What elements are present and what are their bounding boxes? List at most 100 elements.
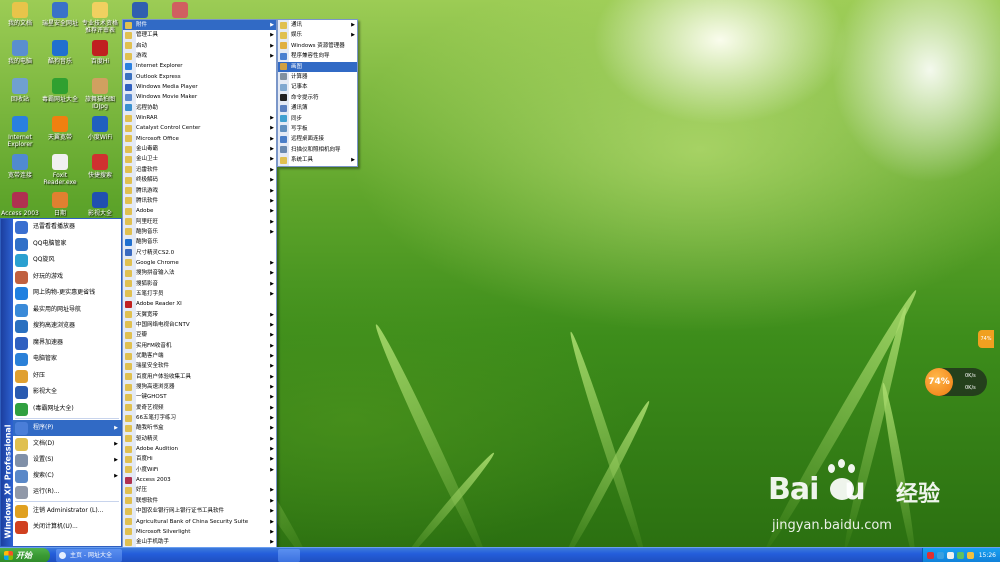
desktop-icon[interactable] <box>120 2 160 20</box>
desktop-icon[interactable]: 小度WiFi <box>80 116 120 141</box>
programs-menu-item[interactable]: 管理工具 ▶ <box>123 30 276 40</box>
programs-menu-item[interactable]: Microsoft Silverlight ▶ <box>123 527 276 537</box>
accessories-menu-item[interactable]: 同步 <box>278 114 357 124</box>
programs-menu-item[interactable]: 爱奇艺视频 ▶ <box>123 403 276 413</box>
start-menu-pinned-item[interactable]: 网上购物-更实惠更省钱 <box>13 285 121 302</box>
accessories-menu-item[interactable]: 系统工具 ▶ <box>278 155 357 165</box>
desktop-icon[interactable]: 酷狗音乐 <box>40 40 80 65</box>
programs-menu-item[interactable]: 金山毒霸 ▶ <box>123 144 276 154</box>
programs-menu-item[interactable]: 酷狗音乐 <box>123 237 276 247</box>
desktop-icon[interactable]: Access 2003 <box>0 192 40 217</box>
start-menu-pinned-item[interactable]: QQ电脑管家 <box>13 236 121 253</box>
start-menu-pinned-item[interactable]: QQ旋风 <box>13 252 121 269</box>
programs-menu-item[interactable]: 酷狗音乐 ▶ <box>123 227 276 237</box>
start-menu-pinned-item[interactable]: 好玩的游戏 <box>13 269 121 286</box>
taskbar-item-blank[interactable] <box>278 549 300 562</box>
programs-menu-item[interactable]: 联想软件 ▶ <box>123 496 276 506</box>
programs-menu-item[interactable]: 腾讯软件 ▶ <box>123 196 276 206</box>
programs-menu-item[interactable]: 实用FM收音机 ▶ <box>123 341 276 351</box>
accessories-menu-item[interactable]: 通讯簿 <box>278 103 357 113</box>
desktop-icon[interactable]: 天翼宽带 <box>40 116 80 141</box>
ime-tray-icon[interactable] <box>967 552 974 559</box>
programs-menu-item[interactable]: 百度用户体验收集工具 ▶ <box>123 372 276 382</box>
programs-menu-item[interactable]: 附件 ▶ <box>123 20 276 31</box>
programs-menu-item[interactable]: 优酷客户端 ▶ <box>123 351 276 361</box>
programs-menu-item[interactable]: 尺寸精灵CS2.0 <box>123 248 276 258</box>
programs-menu-item[interactable]: 金山卫士 ▶ <box>123 154 276 164</box>
programs-menu-item[interactable]: Adobe Audition ▶ <box>123 444 276 454</box>
start-menu-pinned-item[interactable]: 魔界加速器 <box>13 335 121 352</box>
accessories-menu-item[interactable]: 记事本 <box>278 82 357 92</box>
accessories-menu-item[interactable]: 扫描仪和照相机向导 <box>278 145 357 155</box>
network-tray-icon[interactable] <box>937 552 944 559</box>
programs-menu-item[interactable]: Internet Explorer <box>123 61 276 71</box>
accessories-menu-item[interactable]: 写字板 <box>278 124 357 134</box>
volume-tray-icon[interactable] <box>957 552 964 559</box>
start-menu-pinned-item[interactable]: 搜狗高速浏览器 <box>13 318 121 335</box>
accessories-menu-item[interactable]: 娱乐 ▶ <box>278 30 357 40</box>
desktop-icon[interactable]: 宽带连接 <box>0 154 40 179</box>
start-menu-system-item[interactable]: 搜索(C) ▶ <box>13 468 121 484</box>
desktop-icon[interactable]: 回收站 <box>0 78 40 103</box>
programs-menu-item[interactable]: 远程协助 <box>123 103 276 113</box>
programs-menu-item[interactable]: Windows Movie Maker <box>123 92 276 102</box>
start-menu-system-item[interactable]: 关闭计算机(U)... <box>13 519 121 535</box>
desktop-icon[interactable]: Internet Explorer <box>0 116 40 148</box>
desktop-icon[interactable]: 我的文档 <box>0 2 40 27</box>
programs-menu-item[interactable]: 瑞星安全软件 ▶ <box>123 361 276 371</box>
taskbar-item-browser[interactable]: 主页 - 网址大全 <box>56 549 122 562</box>
start-menu-pinned-item[interactable]: 迅雷看看播放器 <box>13 219 121 236</box>
programs-menu-item[interactable]: 迅雷软件 ▶ <box>123 165 276 175</box>
desktop-icon[interactable]: 专业技术资格推荐评审表 <box>80 2 120 34</box>
start-menu-pinned-item[interactable]: 最实用的网址导航 <box>13 302 121 319</box>
programs-menu-item[interactable]: Access 2003 <box>123 475 276 485</box>
accessories-menu-item[interactable]: 程序兼容性向导 <box>278 51 357 61</box>
programs-menu-item[interactable]: Adobe ▶ <box>123 206 276 216</box>
programs-menu-item[interactable]: 终极解码 ▶ <box>123 175 276 185</box>
programs-menu-item[interactable]: Agricultural Bank of China Security Suit… <box>123 517 276 527</box>
desktop-icon[interactable]: 毒霸网址大全 <box>40 78 80 103</box>
start-menu-system-item[interactable]: 注销 Administrator (L)... <box>13 503 121 519</box>
start-menu-pinned-item[interactable]: 好压 <box>13 368 121 385</box>
programs-menu-item[interactable]: 天翼宽带 ▶ <box>123 310 276 320</box>
tray-clock[interactable]: 15:26 <box>979 552 996 559</box>
programs-menu-item[interactable]: Adobe Reader XI <box>123 299 276 309</box>
desktop-icon[interactable]: 我的电脑 <box>0 40 40 65</box>
programs-menu-item[interactable]: 驱动精灵 ▶ <box>123 434 276 444</box>
programs-menu-item[interactable]: 中国网络电视台CNTV ▶ <box>123 320 276 330</box>
accessories-menu-item[interactable]: Windows 资源管理器 <box>278 41 357 51</box>
desktop-icon[interactable]: 快捷搜索 <box>80 154 120 179</box>
start-menu-system-item[interactable]: 文档(D) ▶ <box>13 436 121 452</box>
start-button[interactable]: 开始 <box>0 548 50 562</box>
programs-menu-item[interactable]: 豆瓣 ▶ <box>123 330 276 340</box>
start-menu-pinned-item[interactable]: (毒霸网址大全) <box>13 401 121 418</box>
desktop-icon[interactable]: 瑞星安全网址 <box>40 2 80 27</box>
programs-menu-item[interactable]: 百度Hi ▶ <box>123 454 276 464</box>
start-menu-system-item[interactable]: 设置(S) ▶ <box>13 452 121 468</box>
programs-menu-item[interactable]: 金山手机助手 ▶ <box>123 537 276 547</box>
programs-menu-item[interactable]: 酷我听书盒 ▶ <box>123 423 276 433</box>
desktop-icon[interactable]: Foxit Reader.exe <box>40 154 80 186</box>
programs-menu-item[interactable]: Outlook Express <box>123 72 276 82</box>
programs-menu-item[interactable]: 中国农业银行网上银行证书工具软件 ▶ <box>123 506 276 516</box>
start-menu-system-item[interactable]: 运行(R)... <box>13 484 121 500</box>
desktop-icon[interactable]: 百度Hi <box>80 40 120 65</box>
start-menu-pinned-item[interactable]: 电脑管家 <box>13 351 121 368</box>
programs-menu-item[interactable]: 启动 ▶ <box>123 41 276 51</box>
accessories-menu-item[interactable]: 计算器 <box>278 72 357 82</box>
programs-menu-item[interactable]: 一键GHOST ▶ <box>123 392 276 402</box>
accessories-menu-item[interactable]: 命令提示符 <box>278 93 357 103</box>
desktop-icon[interactable]: 日期 <box>40 192 80 217</box>
programs-menu-item[interactable]: WinRAR ▶ <box>123 113 276 123</box>
desktop-icon[interactable]: 旅舞猫拍图IDJpg <box>80 78 120 110</box>
accessories-menu-item[interactable]: 远程桌面连接 <box>278 134 357 144</box>
network-side-tab[interactable]: 74% <box>978 330 994 348</box>
programs-menu-item[interactable]: Catalyst Control Center ▶ <box>123 123 276 133</box>
programs-menu-item[interactable]: 游戏 ▶ <box>123 51 276 61</box>
programs-menu-item[interactable]: Microsoft Office ▶ <box>123 134 276 144</box>
accessories-menu-item[interactable]: 通讯 ▶ <box>278 20 357 30</box>
network-speed-widget[interactable]: 74% 0K/s 0K/s <box>925 368 987 396</box>
accessories-menu-item[interactable]: 画图 <box>278 61 357 72</box>
programs-menu-item[interactable]: 搜狗高速浏览器 ▶ <box>123 382 276 392</box>
start-menu-system-item[interactable]: 程序(P) ▶ <box>13 420 121 436</box>
